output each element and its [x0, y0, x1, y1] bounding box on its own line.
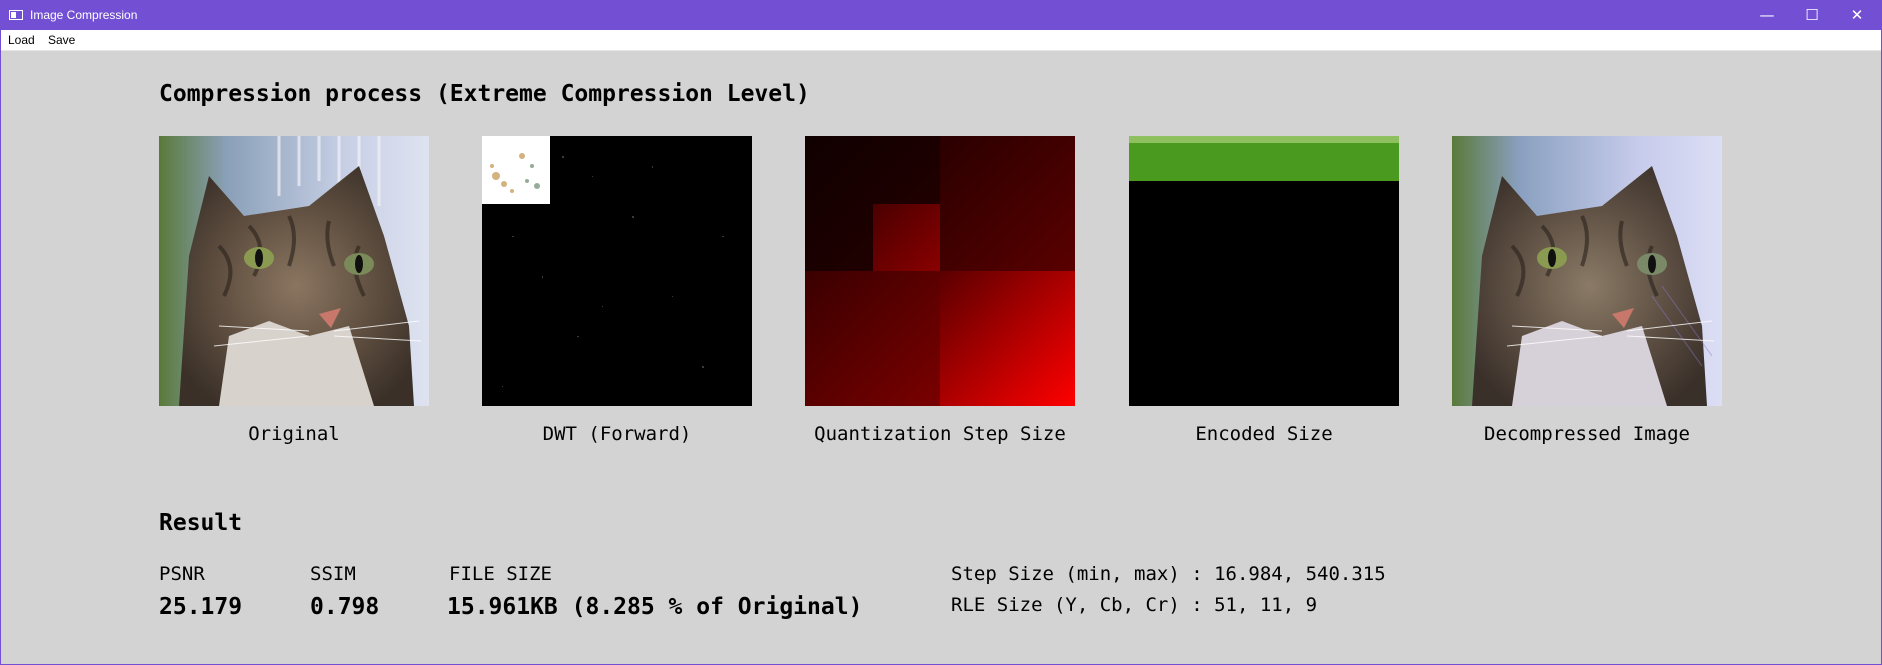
encoded-size-image — [1129, 136, 1399, 406]
window-border-left — [0, 30, 1, 665]
caption-quantization-step-size: Quantization Step Size — [814, 423, 1066, 445]
app-window-icon — [9, 10, 23, 20]
step-size-info: Step Size (min, max) : 16.984, 540.315 — [951, 563, 1386, 585]
ssim-label: SSIM — [310, 563, 356, 585]
caption-encoded-size: Encoded Size — [1195, 423, 1333, 445]
original-image — [159, 136, 429, 406]
title-bar: Image Compression — ☐ ✕ — [0, 0, 1882, 30]
menu-item-save[interactable]: Save — [48, 33, 75, 47]
dwt-forward-image — [482, 136, 752, 406]
menu-item-load[interactable]: Load — [8, 33, 35, 47]
maximize-icon[interactable]: ☐ — [1789, 0, 1835, 30]
caption-decompressed-image: Decompressed Image — [1484, 423, 1690, 445]
ssim-value: 0.798 — [310, 594, 380, 620]
decompressed-image — [1452, 136, 1722, 406]
result-heading: Result — [159, 510, 243, 536]
rle-size-info: RLE Size (Y, Cb, Cr) : 51, 11, 9 — [951, 594, 1318, 616]
psnr-value: 25.179 — [159, 594, 243, 620]
compression-process-heading: Compression process (Extreme Compression… — [159, 81, 810, 107]
file-size-label: FILE SIZE — [449, 563, 552, 585]
caption-original: Original — [248, 423, 340, 445]
minimize-icon[interactable]: — — [1744, 0, 1790, 30]
close-icon[interactable]: ✕ — [1834, 0, 1880, 30]
window-title: Image Compression — [30, 8, 138, 22]
caption-dwt-forward: DWT (Forward) — [542, 423, 692, 445]
psnr-label: PSNR — [159, 563, 205, 585]
file-size-value: 15.961KB (8.285 % of Original) — [447, 594, 863, 620]
quantization-step-size-image — [805, 136, 1075, 406]
menu-bar: Load Save — [0, 30, 1882, 51]
